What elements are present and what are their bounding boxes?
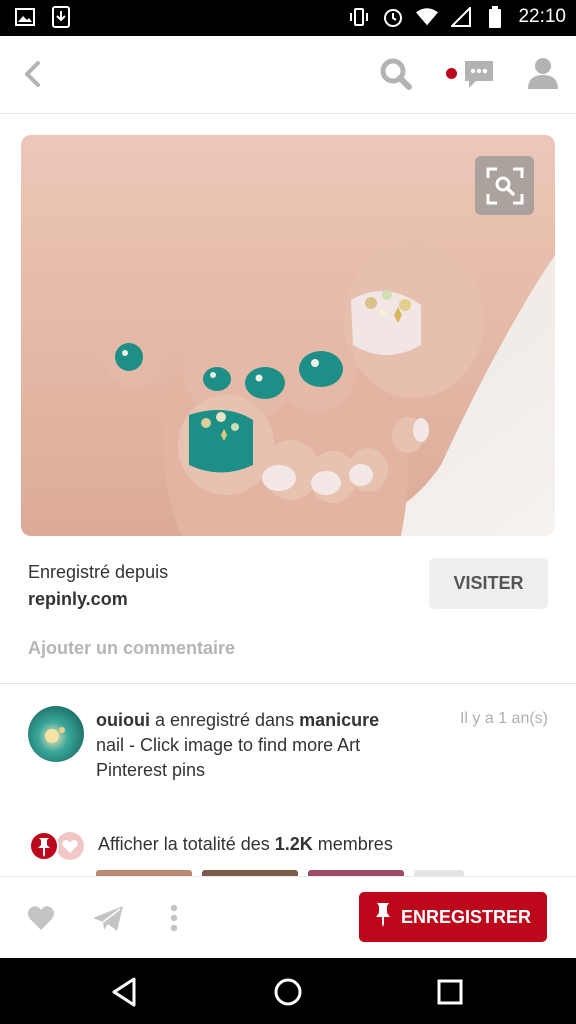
download-icon — [50, 6, 72, 28]
signal-icon — [450, 6, 472, 28]
top-bar — [0, 36, 576, 114]
wifi-icon — [416, 6, 439, 28]
profile-icon[interactable] — [526, 56, 560, 92]
status-bar: 22:10 — [0, 0, 576, 36]
search-icon[interactable] — [378, 56, 414, 92]
members-icons — [28, 830, 88, 862]
pin-icon — [375, 902, 391, 933]
heart-icon[interactable] — [26, 903, 58, 935]
activity-user-link[interactable]: ouioui — [96, 710, 150, 730]
home-circle-icon[interactable] — [271, 975, 305, 1009]
save-button[interactable]: ENREGISTRER — [359, 892, 547, 942]
activity-time: Il y a 1 an(s) — [459, 710, 548, 727]
chat-icon[interactable] — [462, 58, 496, 92]
activity-text: ouioui a enregistré dans manicure nail -… — [96, 708, 436, 783]
saved-from-label: Enregistré depuis — [28, 562, 169, 582]
action-bar: ENREGISTRER — [0, 876, 576, 958]
add-comment-input[interactable]: Ajouter un commentaire — [28, 636, 235, 660]
avatar[interactable] — [28, 706, 84, 762]
visual-search-icon[interactable] — [475, 156, 534, 215]
system-nav-bar — [0, 958, 576, 1024]
recents-square-icon[interactable] — [433, 975, 467, 1009]
back-triangle-icon[interactable] — [108, 975, 142, 1009]
battery-icon — [484, 6, 506, 28]
source-domain-link[interactable]: repinly.com — [28, 587, 128, 611]
save-button-label: ENREGISTRER — [400, 906, 532, 927]
clock-time: 22:10 — [518, 6, 566, 27]
pin-description: nail - Click image to find more Art Pint… — [96, 735, 361, 780]
gallery-icon — [14, 6, 36, 28]
activity-action: a enregistré dans — [149, 710, 300, 730]
show-members-link[interactable]: Afficher la totalité des 1.2K membres — [98, 832, 393, 856]
divider — [0, 683, 576, 684]
visit-button[interactable]: VISITER — [429, 558, 548, 609]
more-icon[interactable] — [166, 903, 198, 935]
notification-dot — [446, 68, 457, 79]
alarm-icon — [382, 6, 404, 28]
activity-board-link[interactable]: manicure — [299, 710, 379, 730]
vibrate-icon — [348, 6, 370, 28]
back-arrow-icon[interactable] — [18, 58, 48, 90]
send-icon[interactable] — [92, 903, 124, 935]
